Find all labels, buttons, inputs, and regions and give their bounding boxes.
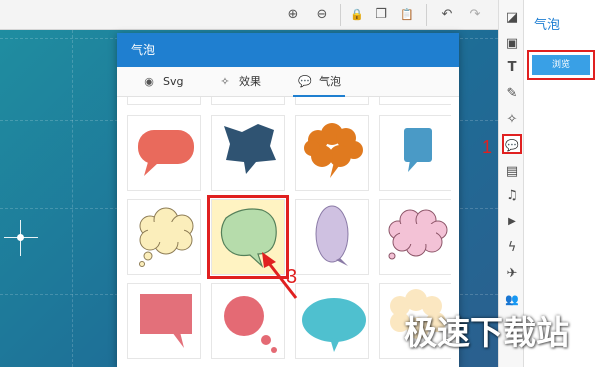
annotation-3: 3 bbox=[286, 266, 298, 288]
pen-icon[interactable]: ✎ bbox=[502, 84, 522, 104]
speech-bubble-icon[interactable]: 💬 bbox=[502, 134, 522, 154]
browse-button[interactable]: 浏览 bbox=[527, 50, 595, 80]
plane-icon[interactable]: ✈ bbox=[502, 264, 522, 284]
shapes-icon[interactable]: ◪ bbox=[502, 8, 522, 28]
inbox-icon[interactable]: ▤ bbox=[502, 162, 522, 182]
image-icon[interactable]: ▣ bbox=[502, 34, 522, 54]
annotation-1: 1 bbox=[482, 137, 493, 157]
video-icon[interactable]: ▶ bbox=[502, 212, 522, 232]
panel-title: 气泡 bbox=[534, 18, 561, 33]
music-icon[interactable]: ♫ bbox=[502, 186, 522, 206]
flash-icon[interactable]: ϟ bbox=[502, 238, 522, 258]
watermark: 极速下载站 bbox=[404, 313, 569, 352]
magic-wand-icon[interactable]: ✧ bbox=[502, 110, 522, 130]
text-icon[interactable]: T bbox=[502, 58, 522, 78]
